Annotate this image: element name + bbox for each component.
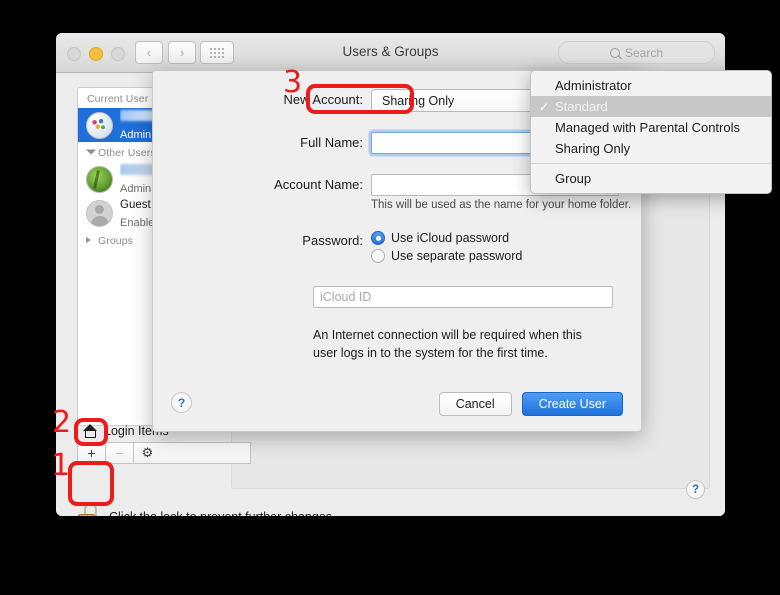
radio-icloud-label: Use iCloud password (391, 231, 510, 245)
full-name-label: Full Name: (300, 135, 363, 150)
other-users-label: Other Users (98, 147, 156, 159)
screenshot-root: ‹ › Users & Groups Search Current User A… (0, 0, 780, 595)
home-icon (83, 424, 98, 438)
new-account-value: Sharing Only (382, 93, 455, 108)
user-role: Admin (120, 183, 152, 195)
avatar (86, 199, 113, 227)
checkmark-icon: ✓ (539, 99, 550, 114)
info-line-1: An Internet connection will be required … (313, 328, 582, 342)
cancel-button[interactable]: Cancel (438, 392, 512, 416)
groups-label: Groups (98, 235, 134, 247)
menu-item-label: Sharing Only (555, 141, 631, 156)
help-button[interactable]: ? (686, 480, 705, 499)
menu-separator (531, 163, 771, 164)
sheet-buttons: Cancel Create User (438, 392, 623, 416)
user-name: Guest (120, 198, 151, 211)
password-label-row: Password: (153, 233, 363, 248)
menu-item-standard[interactable]: ✓ Standard (531, 96, 771, 117)
new-account-label-row: New Account: (153, 92, 364, 107)
internet-required-info: An Internet connection will be required … (313, 326, 633, 362)
icloud-id-field[interactable]: iCloud ID (313, 286, 613, 308)
password-label: Password: (302, 233, 363, 248)
radio-icon-unselected (371, 249, 385, 263)
padlock-body-icon (78, 514, 95, 516)
annotation-number-1: 1 (51, 448, 71, 483)
search-placeholder: Search (624, 45, 664, 60)
avatar (86, 111, 113, 139)
radio-icon-selected (371, 231, 385, 245)
info-line-2: user logs in to the system for the first… (313, 346, 548, 361)
menu-item-group[interactable]: Group (531, 168, 771, 189)
avatar (86, 165, 113, 193)
search-icon (609, 47, 620, 58)
toolbar-filler (161, 442, 251, 464)
menu-item-label: Managed with Parental Controls (555, 120, 740, 135)
menu-item-label: Administrator (555, 78, 632, 93)
lock-row: Click the lock to prevent further change… (77, 503, 336, 516)
account-type-menu: Administrator ✓ Standard Managed with Pa… (530, 70, 772, 194)
remove-account-button: − (105, 442, 133, 464)
menu-item-sharing-only[interactable]: Sharing Only (531, 138, 771, 159)
account-name-hint: This will be used as the name for your h… (371, 199, 632, 211)
window-titlebar: ‹ › Users & Groups Search (56, 33, 725, 73)
menu-item-label: Group (555, 171, 592, 186)
user-role: Admin (120, 129, 152, 141)
account-name-label: Account Name: (274, 177, 363, 192)
menu-item-managed-parental-controls[interactable]: Managed with Parental Controls (531, 117, 771, 138)
password-radio-group: Use iCloud password Use separate passwor… (371, 231, 522, 267)
sheet-help-button[interactable]: ? (171, 392, 192, 413)
account-options-button[interactable]: ⚙ (133, 442, 161, 464)
menu-item-label: Standard (555, 99, 608, 114)
annotation-number-2: 2 (52, 405, 72, 440)
lock-button[interactable] (77, 503, 99, 516)
gear-icon: ⚙ (141, 445, 154, 460)
icloud-id-placeholder: iCloud ID (320, 290, 372, 304)
chevron-down-icon (86, 149, 96, 155)
create-user-button[interactable]: Create User (521, 392, 623, 416)
add-account-button[interactable]: + (77, 442, 105, 464)
menu-item-administrator[interactable]: Administrator (531, 75, 771, 96)
accounts-toolbar: + − ⚙ (77, 442, 251, 464)
radio-separate-label: Use separate password (391, 249, 523, 263)
radio-use-separate-password[interactable]: Use separate password (371, 249, 522, 263)
chevron-right-icon (86, 237, 91, 243)
full-name-label-row: Full Name: (153, 135, 363, 150)
search-input[interactable]: Search (558, 41, 715, 64)
account-name-label-row: Account Name: (153, 177, 363, 192)
radio-use-icloud-password[interactable]: Use iCloud password (371, 231, 522, 245)
annotation-number-3: 3 (283, 65, 303, 100)
lock-message: Click the lock to prevent further change… (109, 510, 336, 517)
